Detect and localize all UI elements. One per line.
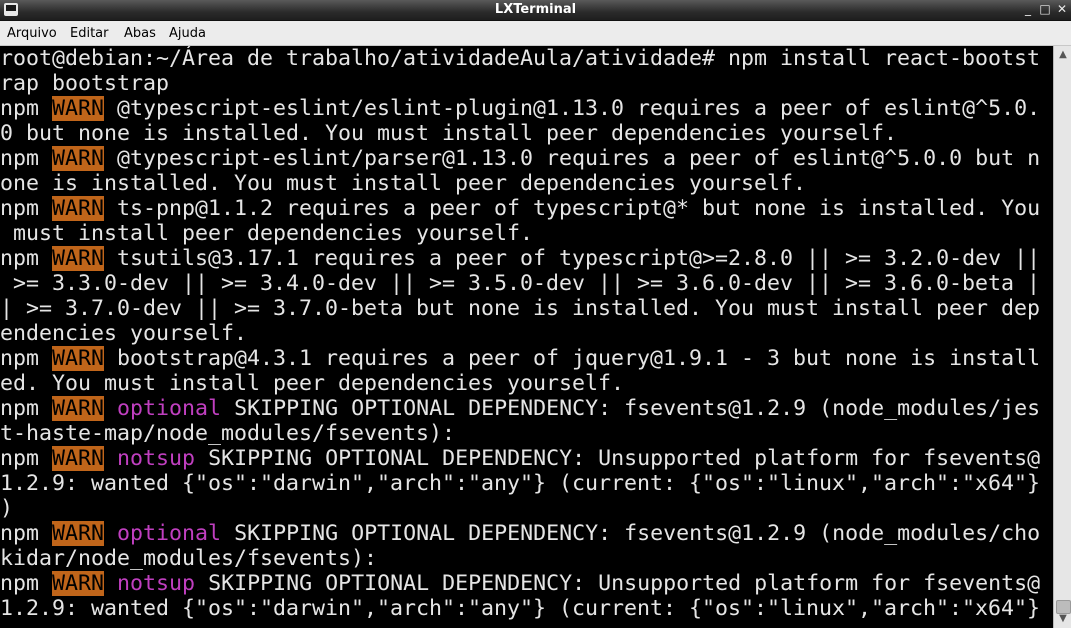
terminal-line: kidar/node_modules/fsevents):	[0, 546, 377, 571]
window-title: LXTerminal	[494, 2, 577, 17]
terminal-text: | >= 3.7.0-dev || >= 3.7.0-beta but none…	[0, 296, 1041, 321]
terminal-line: root@debian:~/Área de trabalho/atividade…	[0, 46, 1040, 71]
terminal-line: 1.2.9: wanted {"os":"darwin","arch":"any…	[0, 596, 1040, 621]
terminal-text: 0 but none is installed. You must instal…	[0, 121, 898, 146]
terminal-text: tsutils@3.17.1 requires a peer of typesc…	[104, 246, 1041, 271]
terminal-text: rap bootstrap	[0, 71, 170, 96]
terminal-text: 1.2.9: wanted {"os":"darwin","arch":"any…	[0, 596, 1041, 621]
terminal-output[interactable]: root@debian:~/Área de trabalho/atividade…	[0, 46, 1053, 628]
terminal-text: npm	[0, 196, 53, 221]
warn-label: WARN	[52, 521, 105, 546]
terminal-text: @typescript-eslint/parser@1.13.0 require…	[104, 146, 1041, 171]
terminal-text: npm	[0, 246, 53, 271]
terminal-text: root@debian:~/Área de trabalho/atividade…	[0, 46, 1041, 71]
warn-label: WARN	[52, 196, 105, 221]
close-button[interactable]: ✕	[1055, 3, 1069, 16]
menu-ajuda[interactable]: Ajuda	[169, 26, 206, 41]
terminal-text: npm	[0, 446, 53, 471]
terminal-window: LXTerminal _ □ ✕ Arquivo Editar Abas Aju…	[0, 0, 1071, 628]
warn-label: WARN	[52, 396, 105, 421]
terminal-text: SKIPPING OPTIONAL DEPENDENCY: Unsupporte…	[195, 446, 1041, 471]
warn-type-label: notsup	[117, 571, 196, 596]
terminal-text: )	[0, 496, 14, 521]
terminal-text: SKIPPING OPTIONAL DEPENDENCY: fsevents@1…	[221, 521, 1041, 546]
terminal-line: npm WARN bootstrap@4.3.1 requires a peer…	[0, 346, 1040, 371]
terminal-line: npm WARN @typescript-eslint/eslint-plugi…	[0, 96, 1040, 121]
terminal-text: 1.2.9: wanted {"os":"darwin","arch":"any…	[0, 471, 1041, 496]
terminal-line: must install peer dependencies yourself.	[0, 221, 533, 246]
warn-label: WARN	[52, 346, 105, 371]
terminal-line: )	[0, 496, 13, 521]
menu-bar: Arquivo Editar Abas Ajuda	[0, 21, 1071, 46]
terminal-line: ed. You must install peer dependencies y…	[0, 371, 624, 396]
scroll-up-arrow-icon[interactable]: ▲	[1056, 48, 1070, 62]
scroll-down-arrow-icon[interactable]: ▼	[1056, 612, 1070, 626]
terminal-text: SKIPPING OPTIONAL DEPENDENCY: fsevents@1…	[221, 396, 1041, 421]
terminal-line: npm WARN @typescript-eslint/parser@1.13.…	[0, 146, 1040, 171]
terminal-text: one is installed. You must install peer …	[0, 171, 807, 196]
title-bar[interactable]: LXTerminal _ □ ✕	[0, 0, 1071, 21]
warn-type-label: optional	[117, 521, 222, 546]
terminal-text: npm	[0, 346, 53, 371]
maximize-button[interactable]: □	[1038, 3, 1052, 16]
terminal-line: 1.2.9: wanted {"os":"darwin","arch":"any…	[0, 471, 1040, 496]
terminal-text: npm	[0, 521, 53, 546]
terminal-line: | >= 3.7.0-dev || >= 3.7.0-beta but none…	[0, 296, 1040, 321]
terminal-text: >= 3.3.0-dev || >= 3.4.0-dev || >= 3.5.0…	[0, 271, 1041, 296]
warn-type-label: notsup	[117, 446, 196, 471]
warn-type-label: optional	[117, 396, 222, 421]
warn-label: WARN	[52, 146, 105, 171]
terminal-text: ts-pnp@1.1.2 requires a peer of typescri…	[104, 196, 1041, 221]
terminal-text: npm	[0, 571, 53, 596]
menu-arquivo[interactable]: Arquivo	[7, 26, 57, 41]
vertical-scrollbar[interactable]: ▲ ▼	[1053, 46, 1071, 628]
warn-label: WARN	[52, 96, 105, 121]
terminal-line: npm WARN optional SKIPPING OPTIONAL DEPE…	[0, 521, 1040, 546]
terminal-line: endencies yourself.	[0, 321, 247, 346]
terminal-line: rap bootstrap	[0, 71, 169, 96]
terminal-line: npm WARN notsup SKIPPING OPTIONAL DEPEND…	[0, 571, 1040, 596]
terminal-text: must install peer dependencies yourself.	[0, 221, 534, 246]
terminal-line: 0 but none is installed. You must instal…	[0, 121, 897, 146]
menu-abas[interactable]: Abas	[124, 26, 156, 41]
terminal-line: one is installed. You must install peer …	[0, 171, 806, 196]
minimize-button[interactable]: _	[1021, 3, 1035, 16]
terminal-text: @typescript-eslint/eslint-plugin@1.13.0 …	[104, 96, 1041, 121]
terminal-text: bootstrap@4.3.1 requires a peer of jquer…	[104, 346, 1041, 371]
terminal-text: npm	[0, 96, 53, 121]
terminal-line: npm WARN ts-pnp@1.1.2 requires a peer of…	[0, 196, 1040, 221]
terminal-text: ed. You must install peer dependencies y…	[0, 371, 625, 396]
terminal-line: >= 3.3.0-dev || >= 3.4.0-dev || >= 3.5.0…	[0, 271, 1040, 296]
terminal-text: npm	[0, 146, 53, 171]
terminal-text: SKIPPING OPTIONAL DEPENDENCY: Unsupporte…	[195, 571, 1041, 596]
terminal-text: endencies yourself.	[0, 321, 248, 346]
terminal-text: kidar/node_modules/fsevents):	[0, 546, 378, 571]
terminal-line: npm WARN optional SKIPPING OPTIONAL DEPE…	[0, 396, 1040, 421]
warn-label: WARN	[52, 571, 105, 596]
terminal-line: npm WARN tsutils@3.17.1 requires a peer …	[0, 246, 1040, 271]
terminal-line: npm WARN notsup SKIPPING OPTIONAL DEPEND…	[0, 446, 1040, 471]
warn-label: WARN	[52, 446, 105, 471]
menu-editar[interactable]: Editar	[70, 26, 109, 41]
terminal-line: t-haste-map/node_modules/fsevents):	[0, 421, 455, 446]
terminal-text: npm	[0, 396, 53, 421]
warn-label: WARN	[52, 246, 105, 271]
terminal-text: t-haste-map/node_modules/fsevents):	[0, 421, 456, 446]
